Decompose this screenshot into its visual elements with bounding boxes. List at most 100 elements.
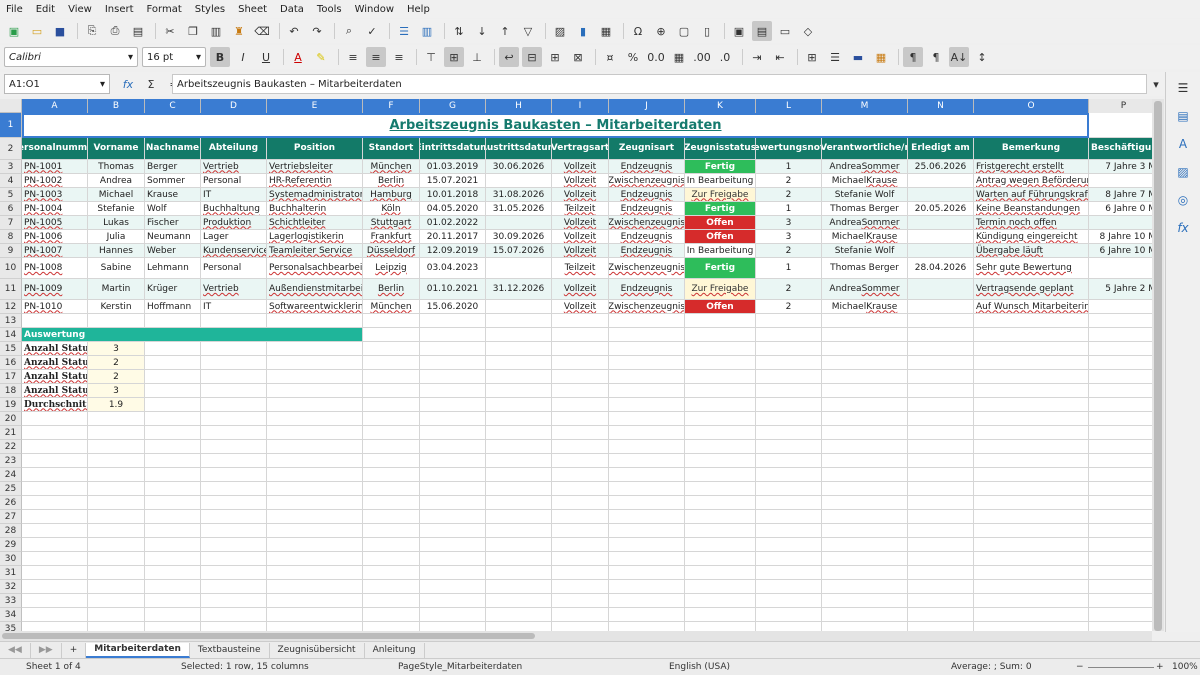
grid-cell[interactable] (201, 384, 267, 398)
grid-cell[interactable] (145, 314, 201, 328)
grid-cell[interactable] (609, 412, 685, 426)
grid-cell[interactable] (822, 328, 908, 342)
grid-cell[interactable] (822, 510, 908, 524)
row-header[interactable]: 16 (0, 356, 22, 370)
grid-cell[interactable] (486, 370, 552, 384)
grid-cell[interactable] (420, 538, 486, 552)
grid-cell[interactable] (1089, 552, 1152, 566)
grid-cell[interactable] (552, 454, 609, 468)
grid-cell[interactable] (420, 524, 486, 538)
grid-cell[interactable] (822, 398, 908, 412)
grid-cell[interactable] (486, 328, 552, 342)
column-title[interactable]: Bemerkung (974, 138, 1089, 160)
data-cell[interactable]: 1 (756, 202, 822, 216)
data-cell[interactable]: Keine Beanstandungen (974, 202, 1089, 216)
data-cell[interactable]: 20.05.2026 (908, 202, 974, 216)
grid-cell[interactable] (609, 342, 685, 356)
data-cell[interactable]: PN-1008 (22, 258, 88, 279)
grid-cell[interactable] (908, 510, 974, 524)
grid-cell[interactable] (486, 314, 552, 328)
data-cell[interactable]: 7 Jahre 3 M (1089, 160, 1152, 174)
grid-cell[interactable] (685, 440, 756, 454)
grid-cell[interactable] (88, 538, 145, 552)
data-cell[interactable]: 2 (756, 188, 822, 202)
grid-cell[interactable] (22, 608, 88, 622)
row-header[interactable]: 17 (0, 370, 22, 384)
column-header-f[interactable]: F (363, 99, 420, 113)
data-cell[interactable]: Michael Krause (822, 174, 908, 188)
grid-cell[interactable] (88, 496, 145, 510)
tab-mitarbeiterdaten[interactable]: Mitarbeiterdaten (86, 642, 190, 658)
data-cell[interactable]: Zwischenzeugnis (609, 216, 685, 230)
grid-cell[interactable] (974, 608, 1089, 622)
grid-cell[interactable] (908, 468, 974, 482)
column-title[interactable]: Austrittsdatum (486, 138, 552, 160)
grid-cell[interactable] (974, 580, 1089, 594)
grid-cell[interactable] (1089, 510, 1152, 524)
grid-cell[interactable] (420, 370, 486, 384)
grid-cell[interactable] (201, 538, 267, 552)
horizontal-scroll-thumb[interactable] (2, 633, 535, 639)
grid-cell[interactable] (609, 440, 685, 454)
grid-cell[interactable] (145, 454, 201, 468)
data-cell[interactable]: Neumann (145, 230, 201, 244)
grid-cell[interactable] (201, 580, 267, 594)
grid-cell[interactable] (267, 608, 363, 622)
grid-cell[interactable] (420, 328, 486, 342)
data-cell[interactable]: 30.06.2026 (486, 160, 552, 174)
data-cell[interactable]: Sabine (88, 258, 145, 279)
data-cell[interactable]: 12.09.2019 (420, 244, 486, 258)
grid-cell[interactable] (145, 608, 201, 622)
column-header-m[interactable]: M (822, 99, 908, 113)
grid-cell[interactable] (908, 342, 974, 356)
grid-cell[interactable] (822, 384, 908, 398)
data-cell[interactable]: Kundenservice (201, 244, 267, 258)
grid-cell[interactable] (486, 622, 552, 631)
grid-cell[interactable] (974, 454, 1089, 468)
data-cell[interactable]: Personalsachbearbeiterin (267, 258, 363, 279)
print-preview-icon[interactable]: ▤ (128, 21, 148, 41)
data-cell[interactable]: Thomas Berger (822, 258, 908, 279)
grid-cell[interactable] (145, 342, 201, 356)
add-sheet-icon[interactable]: + (62, 642, 87, 658)
grid-cell[interactable] (201, 468, 267, 482)
row-header[interactable]: 18 (0, 384, 22, 398)
currency-icon[interactable]: ¤ (600, 47, 620, 67)
grid-cell[interactable] (22, 566, 88, 580)
data-cell[interactable]: Stefanie Wolf (822, 244, 908, 258)
column-title[interactable]: Personalnummer (22, 138, 88, 160)
data-cell[interactable]: 8 Jahre 10 M (1089, 230, 1152, 244)
data-cell[interactable]: 01.03.2019 (420, 160, 486, 174)
data-cell[interactable]: 15.07.2021 (420, 174, 486, 188)
grid-cell[interactable] (420, 384, 486, 398)
styles-icon[interactable]: A (1175, 136, 1191, 152)
grid-cell[interactable] (22, 412, 88, 426)
grid-cell[interactable] (756, 454, 822, 468)
grid-cell[interactable] (486, 538, 552, 552)
grid-cell[interactable] (756, 608, 822, 622)
grid-cell[interactable] (363, 552, 420, 566)
grid-cell[interactable] (756, 468, 822, 482)
row-header[interactable]: 23 (0, 454, 22, 468)
grid-cell[interactable] (201, 454, 267, 468)
data-cell[interactable]: Buchhalterin (267, 202, 363, 216)
data-cell[interactable] (908, 174, 974, 188)
auswertung-value[interactable]: 2 (88, 370, 145, 384)
data-cell[interactable] (908, 279, 974, 300)
row-header[interactable]: 27 (0, 510, 22, 524)
data-cell[interactable]: Vollzeit (552, 188, 609, 202)
data-cell[interactable]: PN-1002 (22, 174, 88, 188)
grid-cell[interactable] (145, 566, 201, 580)
data-cell[interactable]: Zur Freigabe (685, 279, 756, 300)
grid-cell[interactable] (609, 538, 685, 552)
grid-cell[interactable] (609, 454, 685, 468)
row-header[interactable]: 33 (0, 594, 22, 608)
grid-cell[interactable] (1089, 398, 1152, 412)
grid-cell[interactable] (822, 566, 908, 580)
tab-anleitung[interactable]: Anleitung (365, 642, 425, 658)
grid-cell[interactable] (420, 440, 486, 454)
data-cell[interactable]: Auf Wunsch Mitarbeiterin (974, 300, 1089, 314)
grid-cell[interactable] (609, 594, 685, 608)
auswertung-value[interactable]: 3 (88, 342, 145, 356)
zoom-in-icon[interactable]: + (1156, 662, 1164, 672)
